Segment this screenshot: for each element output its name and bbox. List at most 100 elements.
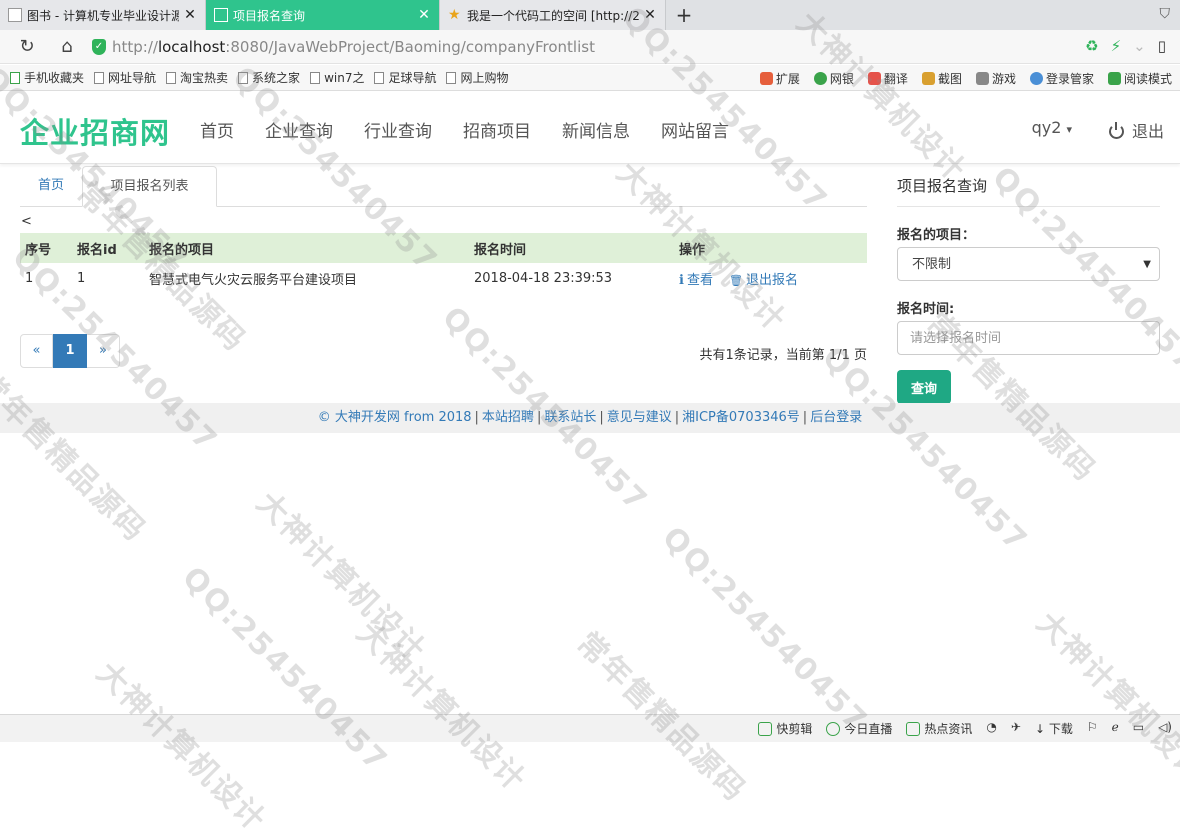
footer-icp[interactable]: 湘ICP备0703346号 bbox=[682, 410, 800, 425]
news-button[interactable]: 热点资讯 bbox=[906, 720, 972, 737]
project-select[interactable]: 不限制 ▼ bbox=[897, 247, 1160, 281]
bookmark-item[interactable]: 淘宝热卖 bbox=[166, 69, 228, 86]
quit-signup-link[interactable]: 🗑 退出报名 bbox=[729, 273, 798, 288]
window-icon[interactable]: ▭ bbox=[1133, 720, 1144, 737]
project-select-value: 不限制 bbox=[912, 257, 952, 272]
download-button[interactable]: ↓ 下载 bbox=[1035, 720, 1073, 737]
page-icon bbox=[214, 8, 228, 22]
login-manager-button[interactable]: 登录管家 bbox=[1029, 70, 1094, 87]
site-header: 企业招商网 首页 企业查询 行业查询 招商项目 新闻信息 网站留言 qy2 ▾ … bbox=[0, 92, 1180, 164]
page-info: 共有1条记录，当前第 1/1 页 bbox=[699, 348, 867, 363]
divider bbox=[897, 206, 1160, 207]
scissors-icon bbox=[921, 72, 935, 85]
pagination: « 1 » bbox=[20, 334, 120, 368]
mobile-icon[interactable]: ▯ bbox=[1158, 37, 1166, 55]
translate-button[interactable]: 翻译 bbox=[867, 70, 908, 87]
reload-icon[interactable]: ↻ bbox=[14, 34, 40, 60]
tab-title: 项目报名查询 bbox=[233, 8, 306, 23]
footer-link-admin[interactable]: 后台登录 bbox=[810, 410, 862, 425]
site-logo[interactable]: 企业招商网 bbox=[20, 110, 170, 152]
speed-icon[interactable]: ◔ bbox=[986, 720, 996, 737]
tab-signup-list[interactable]: 项目报名列表 bbox=[82, 166, 217, 207]
url-host: localhost bbox=[157, 37, 226, 56]
page-button-current[interactable]: 1 bbox=[53, 334, 87, 368]
page-icon bbox=[374, 71, 385, 84]
chevron-down-icon[interactable]: ⌄ bbox=[1133, 37, 1146, 55]
nav-projects[interactable]: 招商项目 bbox=[463, 117, 531, 142]
close-icon[interactable]: ✕ bbox=[643, 7, 657, 23]
user-menu[interactable]: qy2 ▾ bbox=[1032, 118, 1072, 137]
prev-page-button[interactable]: « bbox=[20, 334, 53, 368]
address-bar-tools: ♻ ⚡ ⌄ ▯ bbox=[1085, 37, 1166, 55]
plane-icon[interactable]: ✈ bbox=[1011, 720, 1021, 737]
footer-link-feedback[interactable]: 意见与建议 bbox=[607, 410, 672, 425]
yuan-icon bbox=[813, 72, 827, 85]
url-field[interactable]: ✓ http://localhost:8080/JavaWebProject/B… bbox=[92, 38, 595, 56]
browser-icon[interactable]: ℯ bbox=[1112, 720, 1119, 737]
main-nav: 首页 企业查询 行业查询 招商项目 新闻信息 网站留言 bbox=[200, 117, 760, 142]
table-header-row: 序号 报名id 报名的项目 报名时间 操作 bbox=[20, 233, 867, 263]
nav-messages[interactable]: 网站留言 bbox=[661, 117, 729, 142]
folder-icon bbox=[10, 71, 20, 84]
browser-toolbar-right: 扩展 网银 翻译 截图 游戏 登录管家 阅读模式 bbox=[759, 70, 1172, 87]
search-button[interactable]: 查询 bbox=[897, 370, 951, 404]
home-icon[interactable]: ⌂ bbox=[54, 34, 80, 60]
nav-industry-search[interactable]: 行业查询 bbox=[364, 117, 432, 142]
screenshot-button[interactable]: 截图 bbox=[921, 70, 962, 87]
watermark: QQ:254540457 bbox=[655, 520, 875, 740]
browser-tab-bar: 图书 - 计算机专业毕业设计源码 ✕ 项目报名查询 ✕ ★ 我是一个代码工的空间… bbox=[0, 0, 1180, 30]
address-bar: ↻ ⌂ ✓ http://localhost:8080/JavaWebProje… bbox=[0, 30, 1180, 64]
browser-tab-space[interactable]: ★ 我是一个代码工的空间 [http://2 ✕ bbox=[440, 0, 666, 30]
clip-icon bbox=[758, 722, 773, 736]
logout-label: 退出 bbox=[1131, 122, 1164, 141]
lightning-icon[interactable]: ⚡ bbox=[1111, 37, 1122, 55]
sound-icon[interactable]: ◁) bbox=[1158, 720, 1172, 737]
puzzle-icon bbox=[759, 72, 773, 85]
bank-button[interactable]: 网银 bbox=[813, 70, 854, 87]
info-icon: ℹ bbox=[679, 273, 684, 288]
shield-icon: ✓ bbox=[92, 38, 106, 55]
recycle-icon[interactable]: ♻ bbox=[1085, 37, 1098, 55]
bookmark-item[interactable]: 手机收藏夹 bbox=[10, 69, 84, 86]
power-icon bbox=[1108, 122, 1124, 139]
extensions-button[interactable]: 扩展 bbox=[759, 70, 800, 87]
content-tabs: 首页 项目报名列表 bbox=[20, 166, 867, 207]
url-path: :8080/JavaWebProject/Baoming/companyFron… bbox=[225, 37, 595, 56]
next-page-button[interactable]: » bbox=[87, 334, 120, 368]
bookmarks-bar: 手机收藏夹 网址导航 淘宝热卖 系统之家 win7之 足球导航 网上购物 扩展 … bbox=[0, 65, 1180, 91]
logout-button[interactable]: 退出 bbox=[1108, 118, 1164, 142]
footer-link-jobs[interactable]: 本站招聘 bbox=[482, 410, 534, 425]
quick-clip-button[interactable]: 快剪辑 bbox=[758, 720, 812, 737]
column-header: 报名时间 bbox=[469, 233, 674, 263]
bookmark-item[interactable]: 网上购物 bbox=[446, 69, 508, 86]
close-icon[interactable]: ✕ bbox=[183, 7, 197, 23]
footer-link-contact[interactable]: 联系站长 bbox=[544, 410, 596, 425]
view-link[interactable]: ℹ 查看 bbox=[679, 273, 713, 288]
page-icon bbox=[94, 71, 105, 84]
browser-tab-active[interactable]: 项目报名查询 ✕ bbox=[206, 0, 440, 30]
nav-company-search[interactable]: 企业查询 bbox=[265, 117, 333, 142]
signup-time-input[interactable] bbox=[897, 321, 1160, 355]
close-icon[interactable]: ✕ bbox=[417, 7, 431, 23]
news-icon bbox=[906, 722, 921, 736]
bookmark-item[interactable]: 网址导航 bbox=[94, 69, 156, 86]
bookmark-item[interactable]: 足球导航 bbox=[374, 69, 436, 86]
tab-home[interactable]: 首页 bbox=[20, 166, 82, 207]
shirt-icon[interactable]: ⛉ bbox=[1160, 6, 1171, 22]
reader-mode-button[interactable]: 阅读模式 bbox=[1107, 70, 1172, 87]
games-button[interactable]: 游戏 bbox=[975, 70, 1016, 87]
new-tab-button[interactable]: + bbox=[666, 0, 702, 30]
status-bar-tools: 快剪辑 今日直播 热点资讯 ◔ ✈ ↓ 下载 ⚐ ℯ ▭ ◁) bbox=[758, 720, 1172, 737]
nav-news[interactable]: 新闻信息 bbox=[562, 117, 630, 142]
tab-title: 图书 - 计算机专业毕业设计源码 bbox=[27, 8, 179, 23]
copyright: © 大神开发网 from 2018 bbox=[317, 410, 472, 425]
bookmark-item[interactable]: win7之 bbox=[310, 69, 364, 86]
bookmark-item[interactable]: 系统之家 bbox=[238, 69, 300, 86]
live-button[interactable]: 今日直播 bbox=[826, 720, 892, 737]
star-icon: ★ bbox=[448, 7, 461, 23]
flag-icon[interactable]: ⚐ bbox=[1087, 720, 1098, 737]
nav-home[interactable]: 首页 bbox=[200, 117, 234, 142]
book-icon bbox=[1107, 72, 1121, 85]
browser-tab-books[interactable]: 图书 - 计算机专业毕业设计源码 ✕ bbox=[0, 0, 206, 30]
table-row: 1 1 智慧式电气火灾云服务平台建设项目 2018-04-18 23:39:53… bbox=[20, 263, 867, 294]
